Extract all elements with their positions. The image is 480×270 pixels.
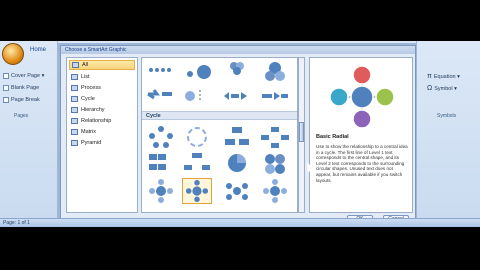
dialog-title: Choose a SmartArt Graphic <box>61 46 415 54</box>
gallery-scrollbar[interactable] <box>298 57 305 213</box>
pages-group-label: Pages <box>14 113 29 119</box>
tab-home[interactable]: Home <box>30 47 46 53</box>
ribbon-insert-left: Home Cover Page ▾ Blank Page Page Break … <box>0 41 58 227</box>
omega-icon: Ω <box>427 85 433 92</box>
matrix-icon <box>71 129 78 135</box>
section-cycle: Cycle <box>142 111 297 120</box>
pyramid-icon <box>71 140 78 146</box>
status-bar: Page: 1 of 1 <box>0 218 480 227</box>
blank-page-icon <box>3 85 9 91</box>
smartart-dialog: Choose a SmartArt Graphic All List Proce… <box>60 45 416 225</box>
layout-thumbnail[interactable] <box>182 124 212 150</box>
layout-thumbnail[interactable] <box>182 150 212 176</box>
layout-description: Use to show the relationship to a centra… <box>316 144 408 183</box>
blank-page-button[interactable]: Blank Page <box>3 85 39 91</box>
layout-thumbnail[interactable] <box>260 84 290 110</box>
layout-thumbnail[interactable] <box>260 60 290 86</box>
page-count[interactable]: Page: 1 of 1 <box>3 220 30 226</box>
ribbon-insert-right: π Equation ▾ Ω Symbol ▾ Symbols <box>416 41 480 227</box>
layout-thumbnail[interactable] <box>260 178 290 204</box>
basic-radial-preview <box>329 65 395 129</box>
list-icon <box>71 74 78 80</box>
category-process[interactable]: Process <box>69 83 135 93</box>
page-break-button[interactable]: Page Break <box>3 97 40 103</box>
category-matrix[interactable]: Matrix <box>69 127 135 137</box>
category-relationship[interactable]: Relationship <box>69 116 135 126</box>
layout-thumbnail[interactable] <box>260 150 290 176</box>
category-list: All List Process Cycle Hierarchy Relatio… <box>66 57 138 213</box>
symbol-button[interactable]: Ω Symbol ▾ <box>427 85 457 92</box>
layout-thumbnail[interactable] <box>146 124 176 150</box>
equation-button[interactable]: π Equation ▾ <box>427 73 460 80</box>
category-list-item[interactable]: List <box>69 72 135 82</box>
pi-icon: π <box>427 73 432 80</box>
category-hierarchy[interactable]: Hierarchy <box>69 105 135 115</box>
layout-thumbnail[interactable] <box>222 178 252 204</box>
layout-thumbnail[interactable] <box>182 84 212 110</box>
scrollbar-thumb[interactable] <box>299 122 304 142</box>
category-pyramid[interactable]: Pyramid <box>69 138 135 148</box>
cycle-icon <box>71 96 78 102</box>
hierarchy-icon <box>71 107 78 113</box>
layout-thumbnail[interactable] <box>222 150 252 176</box>
all-icon <box>72 62 79 68</box>
layout-gallery: Cycle <box>141 57 298 213</box>
relationship-icon <box>71 118 78 124</box>
page-break-icon <box>3 97 9 103</box>
basic-radial-thumbnail[interactable] <box>182 178 212 204</box>
word-window: Home Cover Page ▾ Blank Page Page Break … <box>0 41 480 227</box>
category-all[interactable]: All <box>69 60 135 70</box>
symbols-group-label: Symbols <box>437 113 457 119</box>
layout-thumbnail[interactable] <box>222 84 252 110</box>
layout-thumbnail[interactable] <box>146 84 176 110</box>
layout-thumbnail[interactable] <box>146 178 176 204</box>
layout-title: Basic Radial <box>316 134 349 140</box>
layout-thumbnail[interactable] <box>146 150 176 176</box>
layout-thumbnail[interactable] <box>260 124 290 150</box>
cover-page-button[interactable]: Cover Page ▾ <box>3 73 44 79</box>
process-icon <box>71 85 78 91</box>
category-cycle[interactable]: Cycle <box>69 94 135 104</box>
layout-thumbnail[interactable] <box>222 124 252 150</box>
office-button-icon[interactable] <box>2 43 24 65</box>
cover-page-icon <box>3 73 9 79</box>
preview-pane: Basic Radial Use to show the relationshi… <box>309 57 413 213</box>
layout-thumbnail[interactable] <box>222 60 252 86</box>
